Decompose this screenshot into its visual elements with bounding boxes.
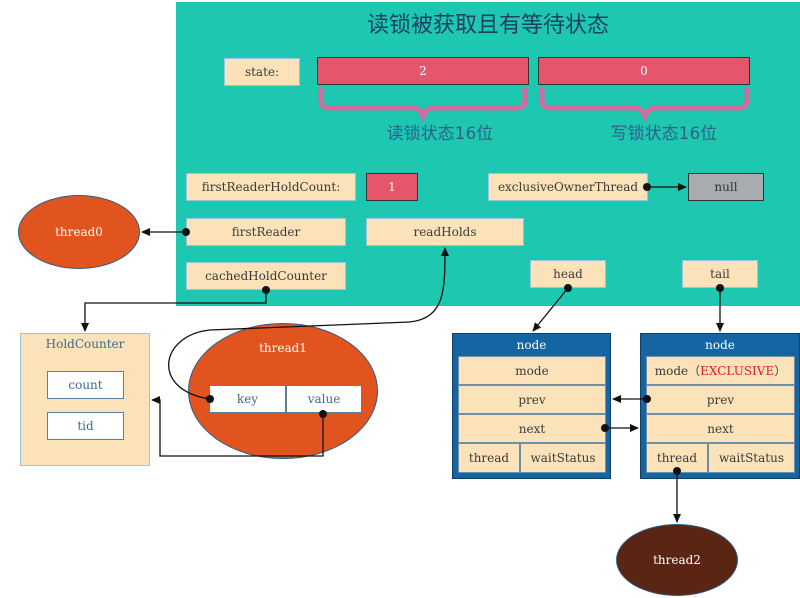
hold-counter-title: HoldCounter	[45, 337, 125, 351]
tail-node-thread: thread	[646, 443, 708, 473]
head-node-thread: thread	[458, 443, 520, 473]
tail-node-mode: mode（ EXCLUSIVE）	[646, 356, 795, 385]
first-reader-hold-count-label: firstReaderHoldCount:	[186, 173, 356, 201]
tail-node-next: next	[646, 414, 795, 443]
head-node-prev: prev	[458, 385, 606, 414]
hold-counter-count: count	[47, 371, 124, 399]
tail-node-wait-status: waitStatus	[708, 443, 795, 473]
tail-node-prev: prev	[646, 385, 795, 414]
read-state-brace-label: 读锁状态16位	[386, 123, 494, 144]
exclusive-owner-thread-value: null	[688, 173, 764, 201]
thread0-ellipse: thread0	[18, 195, 140, 269]
diagram-title: 读锁被获取且有等待状态	[366, 13, 609, 38]
hold-counter-tid: tid	[47, 412, 124, 440]
cached-hold-counter-label: cachedHoldCounter	[186, 262, 346, 290]
head-node-wait-status: waitStatus	[520, 443, 606, 473]
read-holds-label: readHolds	[366, 218, 524, 246]
head-node-next: next	[458, 414, 606, 443]
state-read-value: 2	[317, 57, 529, 85]
thread1-label: thread1	[259, 341, 307, 355]
diagram-canvas: 读锁被获取且有等待状态 state: 2 0 读锁状态16位 写锁状态16位 f…	[0, 0, 800, 598]
write-state-brace-label: 写锁状态16位	[610, 123, 718, 144]
tail-node-mode-prefix: mode（	[654, 364, 701, 378]
state-label: state:	[224, 58, 300, 86]
entry-value: value	[286, 385, 362, 413]
head-node-mode: mode	[458, 356, 606, 385]
thread2-ellipse: thread2	[616, 524, 738, 596]
head-node-title: node	[516, 338, 547, 352]
tail-node-mode-suffix: ）	[774, 364, 787, 378]
exclusive-owner-thread-label: exclusiveOwnerThread	[488, 173, 648, 201]
tail-node: node mode（ EXCLUSIVE） prev next thread wa…	[640, 333, 800, 479]
state-write-value: 0	[538, 57, 750, 85]
first-reader-label: firstReader	[186, 218, 346, 246]
tail-node-mode-value: EXCLUSIVE	[700, 363, 775, 378]
first-reader-hold-count-value: 1	[366, 173, 418, 201]
tail-label: tail	[682, 260, 758, 288]
tail-node-title: node	[705, 338, 735, 352]
head-node: node mode prev next thread waitStatus	[452, 333, 611, 479]
entry-key: key	[209, 385, 286, 413]
head-label: head	[530, 260, 606, 288]
